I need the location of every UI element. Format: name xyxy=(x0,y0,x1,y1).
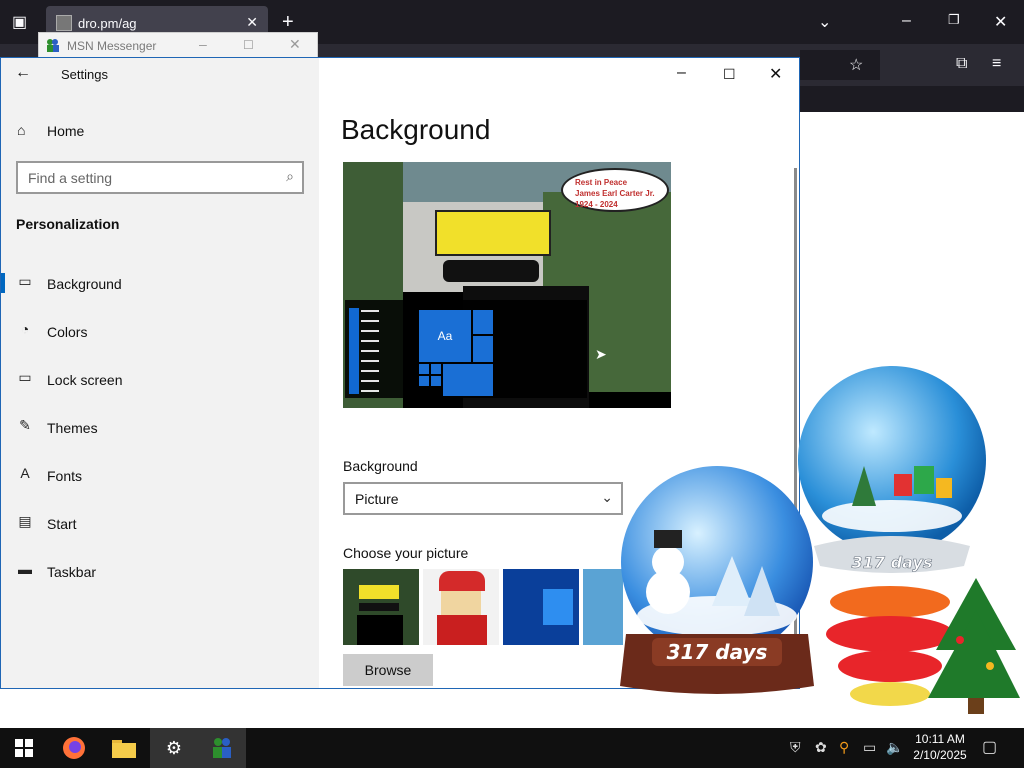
nav-item-themes[interactable]: ✎ Themes xyxy=(1,405,319,449)
nav-item-label: Taskbar xyxy=(47,564,97,580)
fonts-icon: A xyxy=(20,465,30,481)
settings-nav-pane: ← Settings ⌂ Home Find a setting ⌕ Perso… xyxy=(1,58,319,688)
restore-icon[interactable]: ❐ xyxy=(948,12,960,28)
maximize-icon[interactable]: ☐ xyxy=(243,38,254,52)
star-icon[interactable]: ☆ xyxy=(849,55,863,75)
background-preview: Rest in Peace James Earl Carter Jr. 1924… xyxy=(343,162,671,408)
nav-item-label: Start xyxy=(47,516,77,532)
start-menu-preview: Aa xyxy=(345,300,587,398)
home-label: Home xyxy=(47,123,85,139)
gear-icon: ⚙ xyxy=(165,738,183,758)
file-explorer-button[interactable] xyxy=(100,728,148,768)
section-heading: Personalization xyxy=(16,216,120,232)
volume-icon[interactable]: 🔈 xyxy=(886,739,903,756)
new-tab-button[interactable]: + xyxy=(282,11,294,34)
nav-item-label: Themes xyxy=(47,420,98,436)
picture-thumbnail[interactable] xyxy=(423,569,499,645)
tab-close-icon[interactable]: ✕ xyxy=(246,14,258,31)
nav-item-label: Lock screen xyxy=(47,372,123,388)
search-placeholder: Find a setting xyxy=(28,170,113,186)
taskbar: ⚙ ⛨ ✿ ⚲ ▭ 🔈 10:11 AM 2/10/2025 ▢ xyxy=(0,728,1024,768)
notifications-icon[interactable]: ▢ xyxy=(982,737,997,757)
home-icon: ⌂ xyxy=(17,122,26,138)
brush-icon: ✎ xyxy=(19,417,31,433)
lock-screen-icon: ▭ xyxy=(18,369,32,385)
start-sidebar xyxy=(349,308,359,394)
picture-icon: ▭ xyxy=(18,273,32,289)
clock-time: 10:11 AM xyxy=(915,732,965,746)
windows-logo-icon xyxy=(15,739,33,757)
nav-item-label: Fonts xyxy=(47,468,83,484)
cartoon-face xyxy=(435,210,551,256)
network-icon[interactable]: ▭ xyxy=(863,739,876,756)
nav-item-label: Background xyxy=(47,276,122,292)
close-icon[interactable]: ✕ xyxy=(769,64,782,84)
tile-aa: Aa xyxy=(419,310,471,362)
firefox-icon xyxy=(63,737,85,759)
mouse-cursor-icon: ➤ xyxy=(595,346,607,362)
palette-icon: ◔ xyxy=(20,321,30,337)
nav-item-taskbar[interactable]: ▬ Taskbar xyxy=(1,549,319,593)
cartoon-glasses xyxy=(443,260,539,282)
nav-item-background[interactable]: ▭ Background xyxy=(1,261,319,305)
dropdown-value: Picture xyxy=(355,491,399,507)
chevron-down-icon[interactable]: ⌄ xyxy=(818,12,831,32)
msn-messenger-window[interactable]: MSN Messenger – ☐ ✕ xyxy=(38,32,318,58)
folder-icon xyxy=(112,740,136,758)
speech-bubble: Rest in Peace James Earl Carter Jr. 1924… xyxy=(561,168,669,212)
msn-icon xyxy=(47,39,59,52)
nav-item-start[interactable]: ▤ Start xyxy=(1,501,319,545)
bubble-line: Rest in Peace xyxy=(575,178,628,187)
christmas-tree-decoration xyxy=(826,578,1020,714)
site-favicon-icon xyxy=(56,15,72,31)
msn-title: MSN Messenger xyxy=(67,39,157,53)
minimize-icon[interactable]: – xyxy=(677,64,686,82)
back-arrow-icon[interactable]: ← xyxy=(15,64,31,82)
find-setting-search[interactable]: Find a setting ⌕ xyxy=(16,161,304,194)
nav-item-fonts[interactable]: A Fonts xyxy=(1,453,319,497)
window-title: Settings xyxy=(61,67,108,82)
minimize-icon[interactable]: – xyxy=(199,36,207,52)
bubble-line: 1924 - 2024 xyxy=(575,200,618,209)
shield-icon[interactable]: ⛨ xyxy=(790,739,801,756)
nav-item-colors[interactable]: ◔ Colors xyxy=(1,309,319,353)
url-bar[interactable] xyxy=(800,50,880,80)
home-link[interactable]: ⌂ Home xyxy=(17,122,84,139)
background-dropdown[interactable]: Picture ⌄ xyxy=(343,482,623,515)
firefox-button[interactable] xyxy=(50,728,98,768)
clock-date: 2/10/2025 xyxy=(913,748,967,762)
puzzle-icon[interactable]: ⧉ xyxy=(956,55,967,73)
search-icon: ⌕ xyxy=(286,168,294,184)
close-icon[interactable]: ✕ xyxy=(289,36,301,53)
hamburger-icon[interactable]: ≡ xyxy=(992,55,1001,73)
close-icon[interactable]: ✕ xyxy=(994,12,1007,32)
tab-list-icon[interactable]: ▣ xyxy=(12,12,27,32)
nav-item-lock-screen[interactable]: ▭ Lock screen xyxy=(1,357,319,401)
snow-globe-large-widget[interactable]: 317 days xyxy=(612,466,822,702)
system-clock[interactable]: 10:11 AM 2/10/2025 xyxy=(908,731,972,763)
settings-button[interactable]: ⚙ xyxy=(150,728,198,768)
search-icon[interactable]: ⚲ xyxy=(839,739,849,756)
choose-picture-label: Choose your picture xyxy=(343,545,469,561)
picture-thumbnail[interactable] xyxy=(343,569,419,645)
page-title: Background xyxy=(341,114,491,145)
browse-button[interactable]: Browse xyxy=(343,654,433,686)
selection-indicator xyxy=(1,273,5,293)
background-label: Background xyxy=(343,458,418,474)
maximize-icon[interactable]: ☐ xyxy=(723,66,736,83)
days-counter-text: 317 days xyxy=(667,640,768,664)
msn-icon xyxy=(213,738,231,758)
bubble-line: James Earl Carter Jr. xyxy=(575,189,655,198)
start-icon: ▤ xyxy=(18,513,32,529)
taskbar-icon: ▬ xyxy=(18,561,32,577)
minimize-icon[interactable]: – xyxy=(902,12,911,30)
start-button[interactable] xyxy=(0,728,48,768)
msn-tray-icon[interactable]: ✿ xyxy=(815,739,827,756)
snow-globe-small-widget[interactable]: 317 days xyxy=(794,366,990,586)
msn-messenger-button[interactable] xyxy=(198,728,246,768)
picture-thumbnail[interactable] xyxy=(503,569,579,645)
nav-item-label: Colors xyxy=(47,324,88,340)
tab-title: dro.pm/ag xyxy=(78,16,137,31)
